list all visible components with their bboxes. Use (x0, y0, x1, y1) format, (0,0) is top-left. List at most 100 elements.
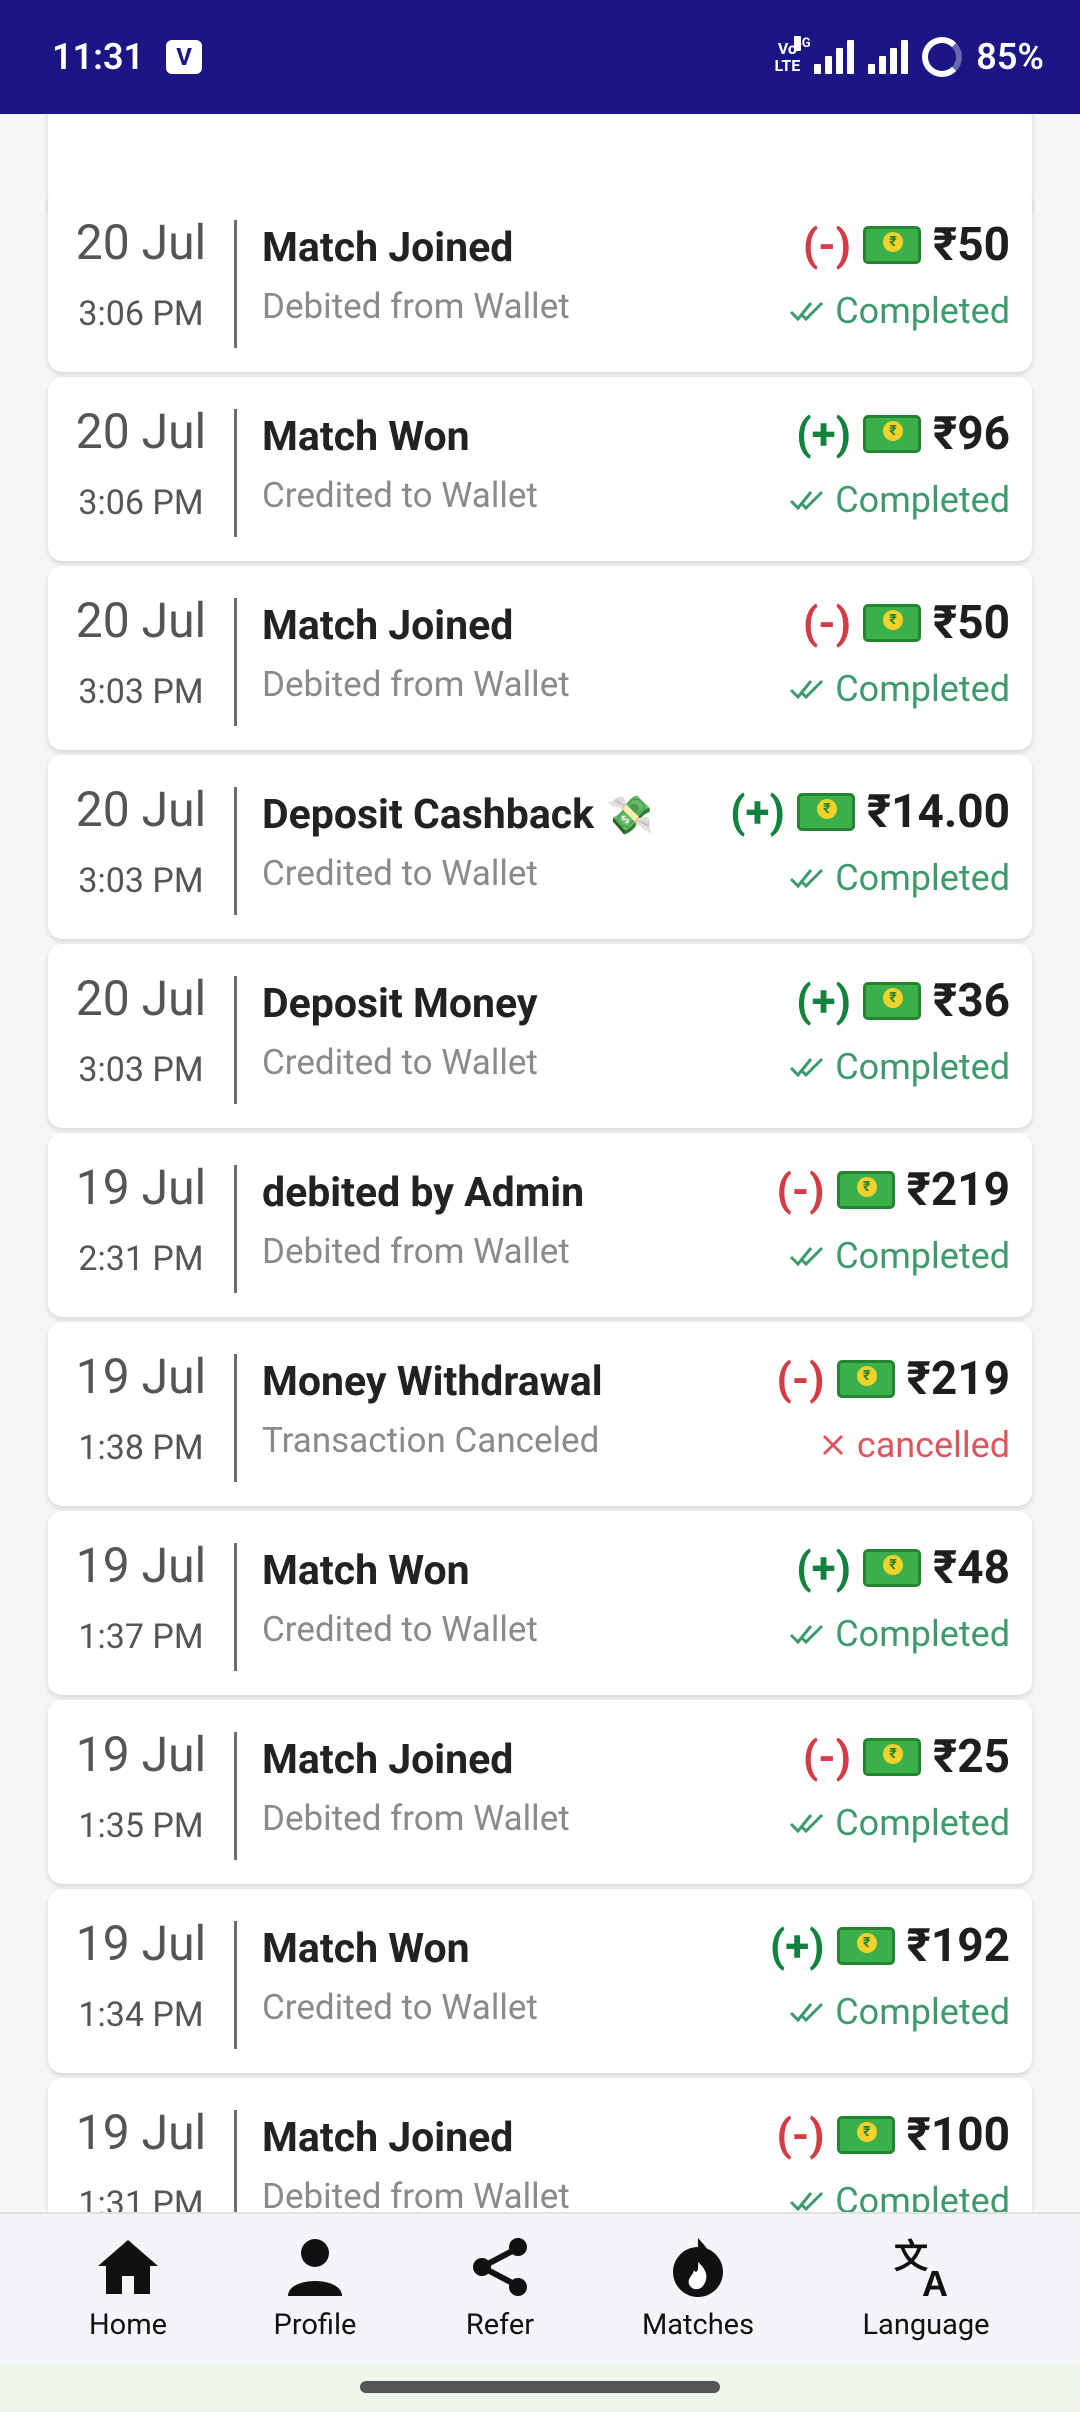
cash-icon (863, 982, 922, 1020)
transaction-card[interactable]: 19 Jul 1:31 PM Match Joined Debited from Wa… (48, 2078, 1032, 2212)
transaction-amount: ₹50 (933, 596, 1010, 650)
battery-level: 85% (976, 36, 1044, 78)
transaction-sign: (-) (802, 219, 852, 271)
translate-icon: 文 A (894, 2238, 948, 2298)
nav-matches[interactable]: Matches (628, 2236, 768, 2342)
check-icon (790, 868, 824, 889)
transaction-amount: ₹219 (906, 1163, 1010, 1217)
transaction-status: Completed (789, 2180, 1010, 2212)
transaction-sign: (-) (776, 1164, 825, 1216)
person-icon (288, 2239, 342, 2296)
cash-icon (863, 604, 922, 642)
transaction-amount-row: (-) ₹219 (776, 1163, 1010, 1217)
transaction-amount: ₹36 (933, 974, 1010, 1028)
transaction-status-label: Completed (835, 1235, 1010, 1277)
transaction-time: 1:31 PM (78, 2184, 204, 2212)
transaction-card[interactable]: 19 Jul 1:38 PM Money Withdrawal Transaction… (48, 1322, 1032, 1506)
nav-language-label: Language (862, 2308, 990, 2342)
transaction-list[interactable]: 20 Jul 3:06 PM Match Joined Debited from Wa… (0, 114, 1080, 2212)
check-icon (790, 2191, 824, 2212)
transaction-sign: (+) (796, 408, 852, 460)
transaction-title: Match Won (262, 1547, 470, 1595)
transaction-amount: ₹50 (933, 218, 1010, 272)
transaction-day: 19 Jul (75, 1726, 207, 1783)
transaction-time: 3:06 PM (78, 294, 204, 334)
transaction-sign: (+) (796, 975, 852, 1027)
divider (234, 1165, 237, 1293)
transaction-subtitle: Debited from Wallet (262, 2176, 570, 2212)
gesture-handle[interactable] (360, 2381, 720, 2393)
transaction-status: Completed (789, 668, 1010, 710)
transaction-time: 3:06 PM (78, 483, 204, 523)
transaction-card[interactable]: 20 Jul 3:03 PM Deposit Cashback 💸 Credited t… (48, 755, 1032, 939)
nav-refer[interactable]: Refer (440, 2236, 560, 2342)
transaction-day: 20 Jul (75, 403, 207, 460)
transaction-sign: (+) (769, 1920, 825, 1972)
divider (234, 2110, 237, 2212)
nav-language[interactable]: 文 A Language (846, 2236, 1006, 2342)
signal-5g-icon: 5G (794, 36, 855, 74)
transaction-day: 19 Jul (75, 1348, 207, 1405)
transaction-status-label: Completed (835, 290, 1010, 332)
transaction-status-label: Completed (835, 1991, 1010, 2033)
money-with-wings-icon: 💸 (606, 794, 654, 838)
transaction-date: 19 Jul 2:31 PM (48, 1133, 234, 1317)
check-icon (790, 1057, 824, 1078)
transaction-date: 20 Jul 3:03 PM (48, 755, 234, 939)
cash-icon (863, 1738, 922, 1776)
transaction-sign: (-) (776, 1353, 825, 1405)
cash-icon (836, 1927, 895, 1965)
nav-profile[interactable]: Profile (255, 2236, 375, 2342)
transaction-day: 20 Jul (75, 970, 207, 1027)
check-icon (790, 1246, 824, 1267)
transaction-amount-row: (-) ₹50 (803, 218, 1010, 272)
divider (234, 1354, 237, 1482)
transaction-card[interactable]: 20 Jul 3:03 PM Deposit Money Credited to Wa… (48, 944, 1032, 1128)
transaction-sign: (-) (802, 1731, 852, 1783)
transaction-status-label: Completed (835, 479, 1010, 521)
cash-icon (836, 2116, 895, 2154)
transaction-amount-row: (+) ₹192 (770, 1919, 1010, 1973)
transaction-status: Completed (789, 857, 1010, 899)
transaction-date: 20 Jul 3:03 PM (48, 566, 234, 750)
transaction-amount-row: (+) ₹14.00 (730, 785, 1010, 839)
transaction-subtitle: Credited to Wallet (262, 1609, 538, 1650)
transaction-card[interactable]: 19 Jul 1:37 PM Match Won Credited to Wallet… (48, 1511, 1032, 1695)
transaction-time: 2:31 PM (78, 1239, 204, 1279)
transaction-amount-row: (-) ₹50 (803, 596, 1010, 650)
transaction-title: Match Joined (262, 1736, 514, 1784)
check-icon (790, 2002, 824, 2023)
transaction-date: 20 Jul 3:03 PM (48, 944, 234, 1128)
transaction-sign: (-) (776, 2109, 825, 2161)
share-icon (473, 2238, 527, 2296)
nav-home[interactable]: Home (68, 2236, 188, 2342)
cash-icon (836, 1360, 895, 1398)
transaction-card[interactable]: 19 Jul 1:34 PM Match Won Credited to Wallet… (48, 1889, 1032, 2073)
clock: 11:31 (52, 36, 145, 78)
nav-home-label: Home (88, 2308, 168, 2342)
transaction-status: cancelled (819, 1424, 1010, 1466)
transaction-title: Deposit Cashback 💸 (262, 791, 654, 839)
transaction-amount: ₹48 (933, 1541, 1010, 1595)
transaction-status-label: Completed (835, 1046, 1010, 1088)
transaction-card[interactable]: 19 Jul 2:31 PM debited by Admin Debited fro… (48, 1133, 1032, 1317)
transaction-day: 19 Jul (75, 1159, 207, 1216)
transaction-sign: (-) (802, 597, 852, 649)
transaction-title: Match Joined (262, 602, 514, 650)
transaction-card[interactable]: 20 Jul 3:06 PM Match Won Credited to Wallet… (48, 377, 1032, 561)
transaction-time: 3:03 PM (78, 861, 204, 901)
divider (234, 1732, 237, 1860)
transaction-time: 1:38 PM (78, 1428, 204, 1468)
transaction-amount: ₹96 (933, 407, 1010, 461)
check-icon (790, 301, 824, 322)
transaction-status: Completed (789, 1613, 1010, 1655)
signal-icon (868, 40, 909, 74)
transaction-day: 19 Jul (75, 2104, 207, 2161)
v-app-icon: V (166, 40, 203, 74)
transaction-card[interactable]: 20 Jul 3:06 PM Match Joined Debited from Wa… (48, 188, 1032, 372)
transaction-card[interactable]: 19 Jul 1:35 PM Match Joined Debited from Wa… (48, 1700, 1032, 1884)
transaction-card[interactable]: 20 Jul 3:03 PM Match Joined Debited from Wa… (48, 566, 1032, 750)
cash-icon (863, 1549, 922, 1587)
transaction-time: 1:34 PM (78, 1995, 204, 2035)
transaction-time: 1:37 PM (78, 1617, 204, 1657)
